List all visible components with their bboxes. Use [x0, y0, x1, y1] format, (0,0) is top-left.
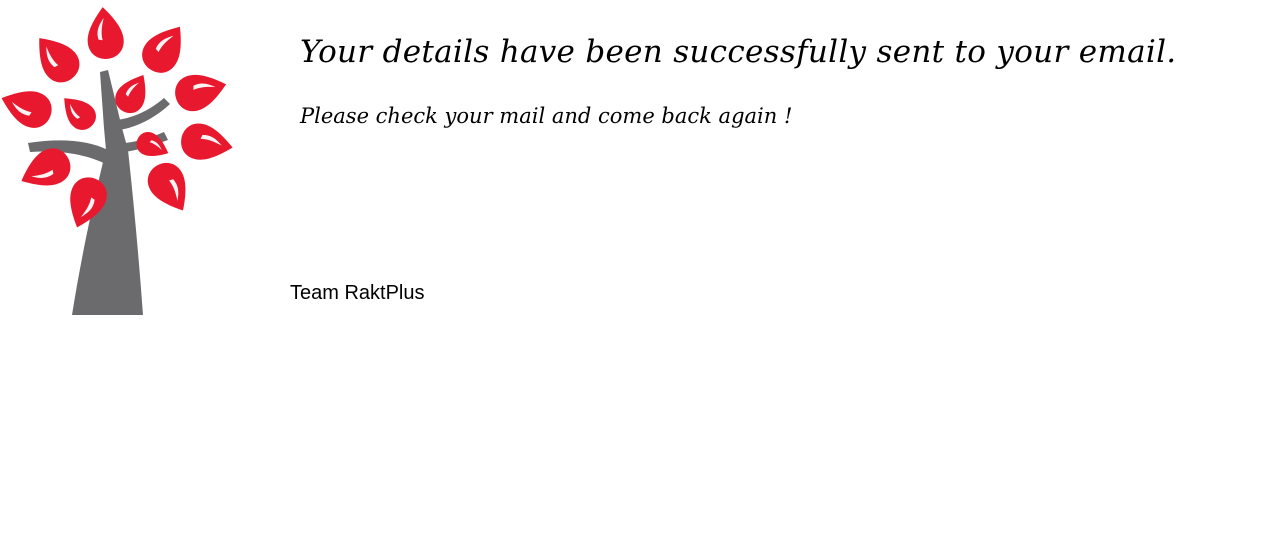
tree-logo-icon — [0, 5, 236, 315]
check-mail-message: Please check your mail and come back aga… — [300, 104, 793, 128]
team-signature: Team RaktPlus — [290, 282, 425, 304]
raktplus-logo — [0, 0, 240, 320]
success-headline: Your details have been successfully sent… — [300, 34, 1177, 70]
